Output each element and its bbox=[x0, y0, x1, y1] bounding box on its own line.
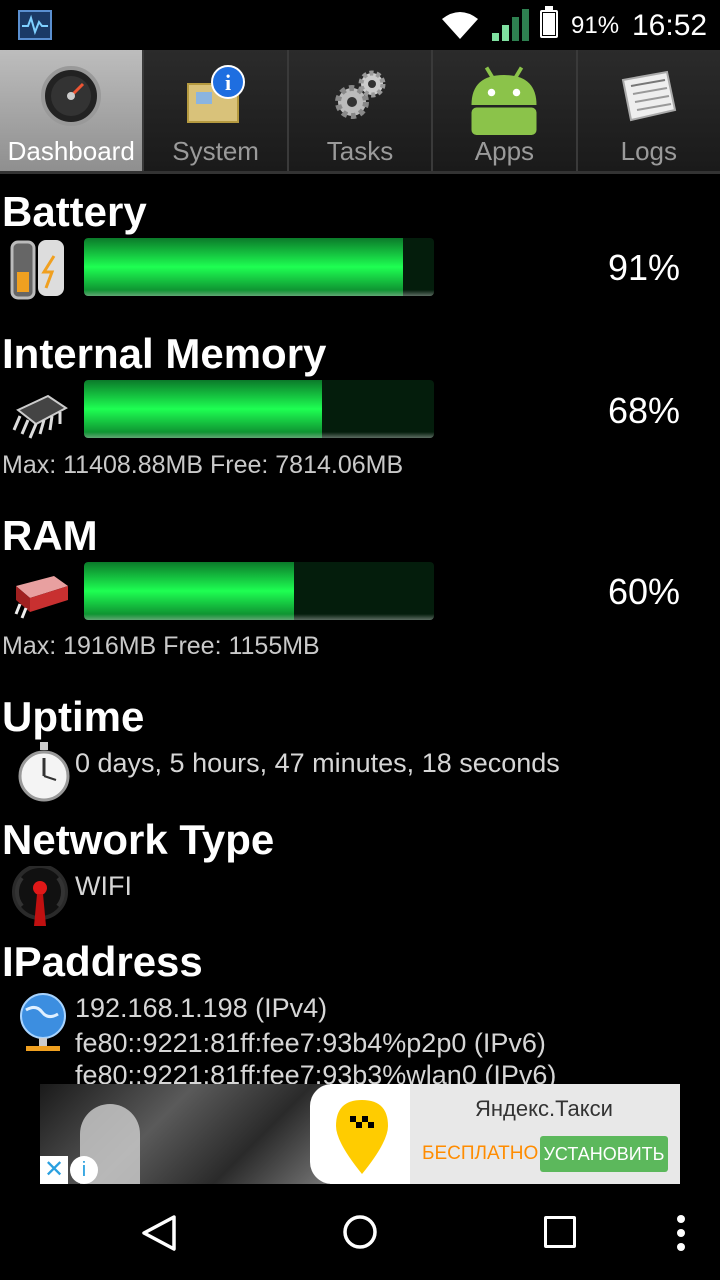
ad-info-button[interactable]: i bbox=[70, 1156, 98, 1184]
ram-detail: Max: 1916MB Free: 1155MB bbox=[2, 632, 320, 660]
ad-install-button[interactable]: УСТАНОВИТЬ bbox=[540, 1136, 668, 1172]
android-icon bbox=[471, 66, 537, 135]
svg-text:i: i bbox=[225, 70, 231, 95]
tab-label: Apps bbox=[474, 136, 535, 166]
internal-memory-bar bbox=[84, 380, 434, 438]
ram-percent: 60% bbox=[607, 571, 680, 612]
system-monitor-icon bbox=[18, 10, 52, 40]
ip-address-title: IPaddress bbox=[2, 938, 203, 985]
chip-icon bbox=[12, 394, 68, 439]
uptime-title: Uptime bbox=[2, 693, 145, 740]
tab-apps[interactable]: Apps bbox=[433, 50, 578, 171]
more-icon[interactable] bbox=[676, 1214, 686, 1252]
tab-label: Logs bbox=[620, 136, 678, 166]
taxi-pin-icon bbox=[336, 1100, 388, 1174]
ram-title: RAM bbox=[2, 512, 98, 559]
uptime-value: 0 days, 5 hours, 47 minutes, 18 seconds bbox=[75, 748, 560, 778]
tab-label: Dashboard bbox=[7, 136, 135, 166]
ad-banner[interactable]: ✕ i Яндекс.Такси БЕСПЛАТНО УСТАНОВИТЬ bbox=[40, 1084, 680, 1184]
battery-title: Battery bbox=[2, 188, 147, 235]
wifi-icon bbox=[442, 12, 478, 39]
navigation-bar bbox=[0, 1184, 720, 1280]
gauge-icon bbox=[41, 66, 102, 126]
tab-label: System bbox=[172, 136, 259, 166]
internal-memory-title: Internal Memory bbox=[2, 330, 327, 377]
internal-memory-percent: 68% bbox=[607, 390, 680, 431]
ram-bar bbox=[84, 562, 434, 620]
back-icon[interactable] bbox=[140, 1214, 178, 1252]
stopwatch-icon bbox=[18, 742, 70, 802]
system-info-icon: i bbox=[186, 65, 245, 123]
tab-tasks[interactable]: Tasks bbox=[288, 50, 434, 171]
recents-icon[interactable] bbox=[544, 1216, 576, 1248]
ad-free-label: БЕСПЛАТНО bbox=[422, 1143, 539, 1164]
clock: 16:52 bbox=[632, 9, 708, 42]
battery-icon bbox=[10, 240, 64, 300]
tab-system[interactable]: i System bbox=[144, 50, 289, 171]
ram-icon bbox=[14, 576, 68, 619]
globe-icon bbox=[20, 993, 66, 1051]
internal-memory-detail: Max: 11408.88MB Free: 7814.06MB bbox=[2, 451, 404, 479]
battery-bar-fill bbox=[84, 238, 403, 296]
tab-logs[interactable]: Logs bbox=[577, 50, 720, 171]
internal-memory-bar-fill bbox=[84, 380, 322, 438]
tab-label: Tasks bbox=[326, 136, 394, 166]
gears-icon bbox=[335, 70, 386, 119]
ip-address-v6-p2p: fe80::9221:81ff:fee7:93b4%p2p0 (IPv6) bbox=[75, 1028, 546, 1058]
tab-dashboard[interactable]: Dashboard bbox=[0, 50, 145, 171]
network-type-title: Network Type bbox=[2, 816, 275, 863]
cell-signal-icon bbox=[492, 9, 529, 41]
ip-address-v4: 192.168.1.198 (IPv4) bbox=[75, 993, 328, 1023]
ad-close-button[interactable]: ✕ bbox=[40, 1156, 68, 1184]
home-icon[interactable] bbox=[341, 1213, 379, 1251]
antenna-icon bbox=[12, 866, 68, 926]
status-bar: 91% 16:52 bbox=[0, 0, 720, 50]
ram-bar-fill bbox=[84, 562, 294, 620]
battery-status-icon bbox=[540, 6, 558, 38]
battery-bar bbox=[84, 238, 434, 296]
network-type-value: WIFI bbox=[75, 871, 132, 901]
battery-percent-text: 91% bbox=[571, 12, 620, 39]
tab-bar: Dashboard i System Tasks Apps Logs bbox=[0, 50, 720, 174]
ad-title: Яндекс.Такси bbox=[475, 1096, 613, 1121]
newspaper-icon bbox=[621, 70, 677, 122]
battery-percent: 91% bbox=[607, 247, 680, 288]
